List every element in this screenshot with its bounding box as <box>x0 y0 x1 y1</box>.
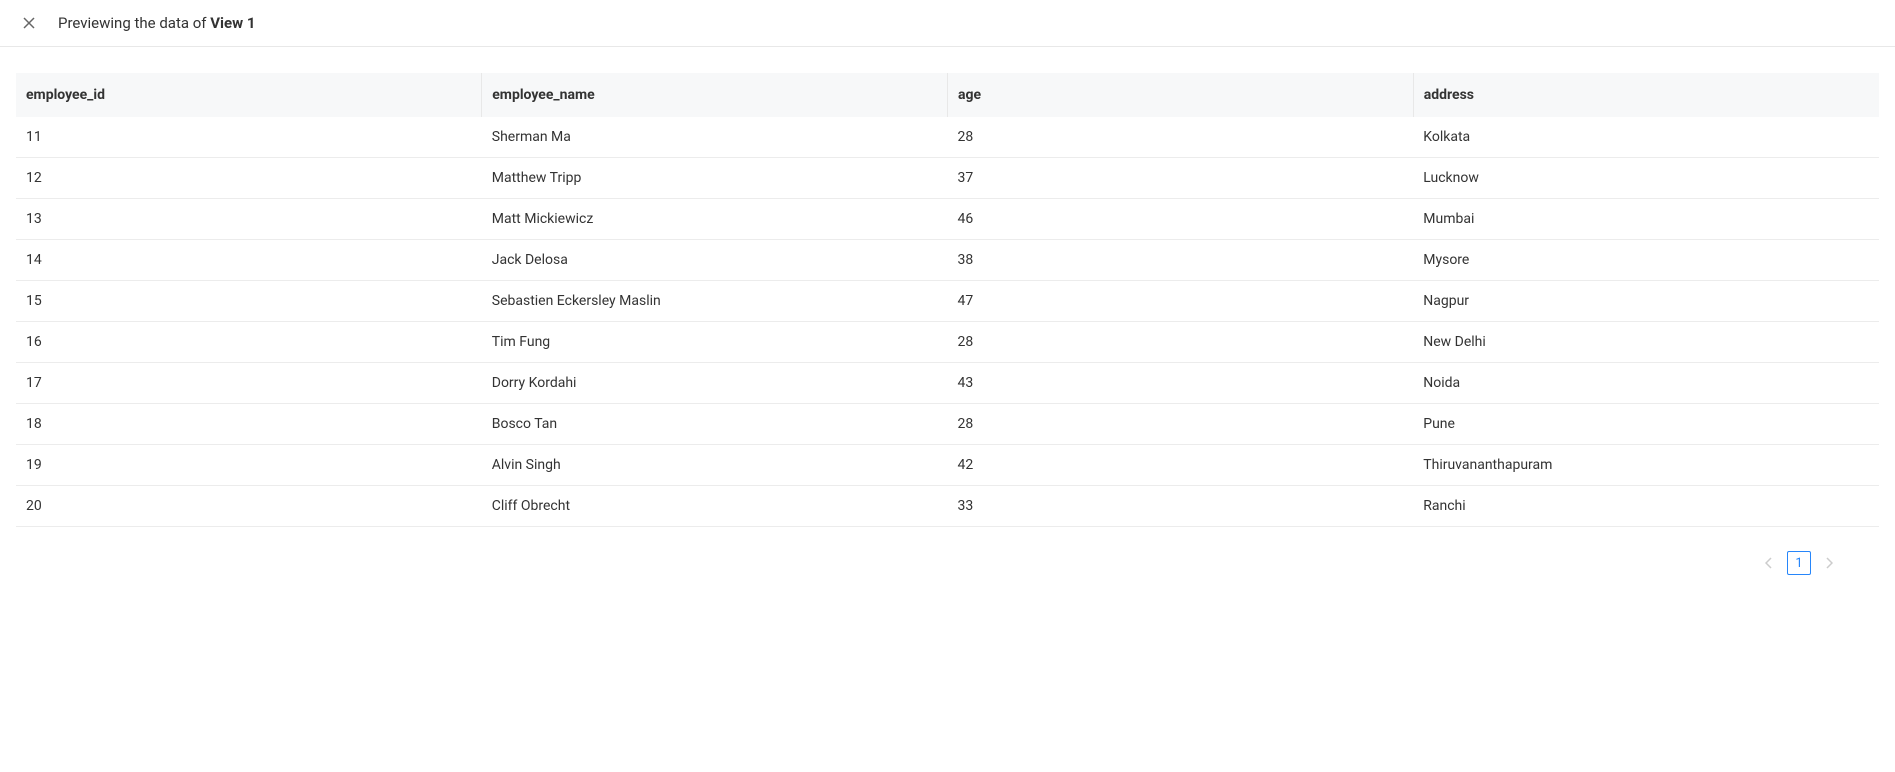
cell-age: 33 <box>948 486 1414 527</box>
cell-employee-id: 16 <box>16 322 482 363</box>
cell-age: 38 <box>948 240 1414 281</box>
pagination-page-number[interactable]: 1 <box>1787 551 1811 575</box>
title-prefix: Previewing the data of <box>58 14 210 32</box>
table-row[interactable]: 19 Alvin Singh 42 Thiruvananthapuram <box>16 445 1879 486</box>
cell-age: 47 <box>948 281 1414 322</box>
table-row[interactable]: 17 Dorry Kordahi 43 Noida <box>16 363 1879 404</box>
cell-employee-name: Cliff Obrecht <box>482 486 948 527</box>
cell-address: Mumbai <box>1413 199 1879 240</box>
table-row[interactable]: 11 Sherman Ma 28 Kolkata <box>16 117 1879 158</box>
cell-age: 37 <box>948 158 1414 199</box>
table-row[interactable]: 16 Tim Fung 28 New Delhi <box>16 322 1879 363</box>
column-header-address[interactable]: address <box>1413 73 1879 117</box>
cell-employee-name: Alvin Singh <box>482 445 948 486</box>
cell-employee-id: 20 <box>16 486 482 527</box>
cell-employee-name: Bosco Tan <box>482 404 948 445</box>
column-header-employee-name[interactable]: employee_name <box>482 73 948 117</box>
cell-address: Lucknow <box>1413 158 1879 199</box>
cell-employee-id: 13 <box>16 199 482 240</box>
cell-address: New Delhi <box>1413 322 1879 363</box>
preview-header: Previewing the data of View 1 <box>0 0 1895 47</box>
cell-age: 28 <box>948 117 1414 158</box>
cell-address: Kolkata <box>1413 117 1879 158</box>
table-row[interactable]: 14 Jack Delosa 38 Mysore <box>16 240 1879 281</box>
table-row[interactable]: 20 Cliff Obrecht 33 Ranchi <box>16 486 1879 527</box>
cell-employee-id: 17 <box>16 363 482 404</box>
cell-employee-name: Dorry Kordahi <box>482 363 948 404</box>
column-header-employee-id[interactable]: employee_id <box>16 73 482 117</box>
cell-employee-name: Tim Fung <box>482 322 948 363</box>
cell-employee-id: 18 <box>16 404 482 445</box>
cell-address: Nagpur <box>1413 281 1879 322</box>
pagination-prev-icon[interactable] <box>1759 553 1779 573</box>
view-name: View 1 <box>210 14 255 32</box>
cell-employee-id: 15 <box>16 281 482 322</box>
cell-age: 42 <box>948 445 1414 486</box>
column-header-age[interactable]: age <box>948 73 1414 117</box>
cell-employee-id: 19 <box>16 445 482 486</box>
content-area: employee_id employee_name age address 11… <box>0 47 1895 575</box>
table-body: 11 Sherman Ma 28 Kolkata 12 Matthew Trip… <box>16 117 1879 527</box>
cell-employee-name: Sebastien Eckersley Maslin <box>482 281 948 322</box>
table-row[interactable]: 15 Sebastien Eckersley Maslin 47 Nagpur <box>16 281 1879 322</box>
cell-age: 28 <box>948 322 1414 363</box>
cell-employee-name: Matt Mickiewicz <box>482 199 948 240</box>
cell-employee-id: 11 <box>16 117 482 158</box>
close-icon[interactable] <box>20 14 38 32</box>
table-row[interactable]: 12 Matthew Tripp 37 Lucknow <box>16 158 1879 199</box>
cell-address: Mysore <box>1413 240 1879 281</box>
table-row[interactable]: 18 Bosco Tan 28 Pune <box>16 404 1879 445</box>
cell-age: 28 <box>948 404 1414 445</box>
pagination-next-icon[interactable] <box>1819 553 1839 573</box>
table-header-row: employee_id employee_name age address <box>16 73 1879 117</box>
cell-employee-id: 12 <box>16 158 482 199</box>
data-table: employee_id employee_name age address 11… <box>16 73 1879 527</box>
cell-address: Thiruvananthapuram <box>1413 445 1879 486</box>
cell-age: 46 <box>948 199 1414 240</box>
cell-age: 43 <box>948 363 1414 404</box>
cell-employee-name: Sherman Ma <box>482 117 948 158</box>
cell-address: Pune <box>1413 404 1879 445</box>
cell-address: Ranchi <box>1413 486 1879 527</box>
cell-address: Noida <box>1413 363 1879 404</box>
table-row[interactable]: 13 Matt Mickiewicz 46 Mumbai <box>16 199 1879 240</box>
cell-employee-id: 14 <box>16 240 482 281</box>
cell-employee-name: Jack Delosa <box>482 240 948 281</box>
page-title: Previewing the data of View 1 <box>58 14 255 32</box>
pagination: 1 <box>16 527 1879 575</box>
cell-employee-name: Matthew Tripp <box>482 158 948 199</box>
